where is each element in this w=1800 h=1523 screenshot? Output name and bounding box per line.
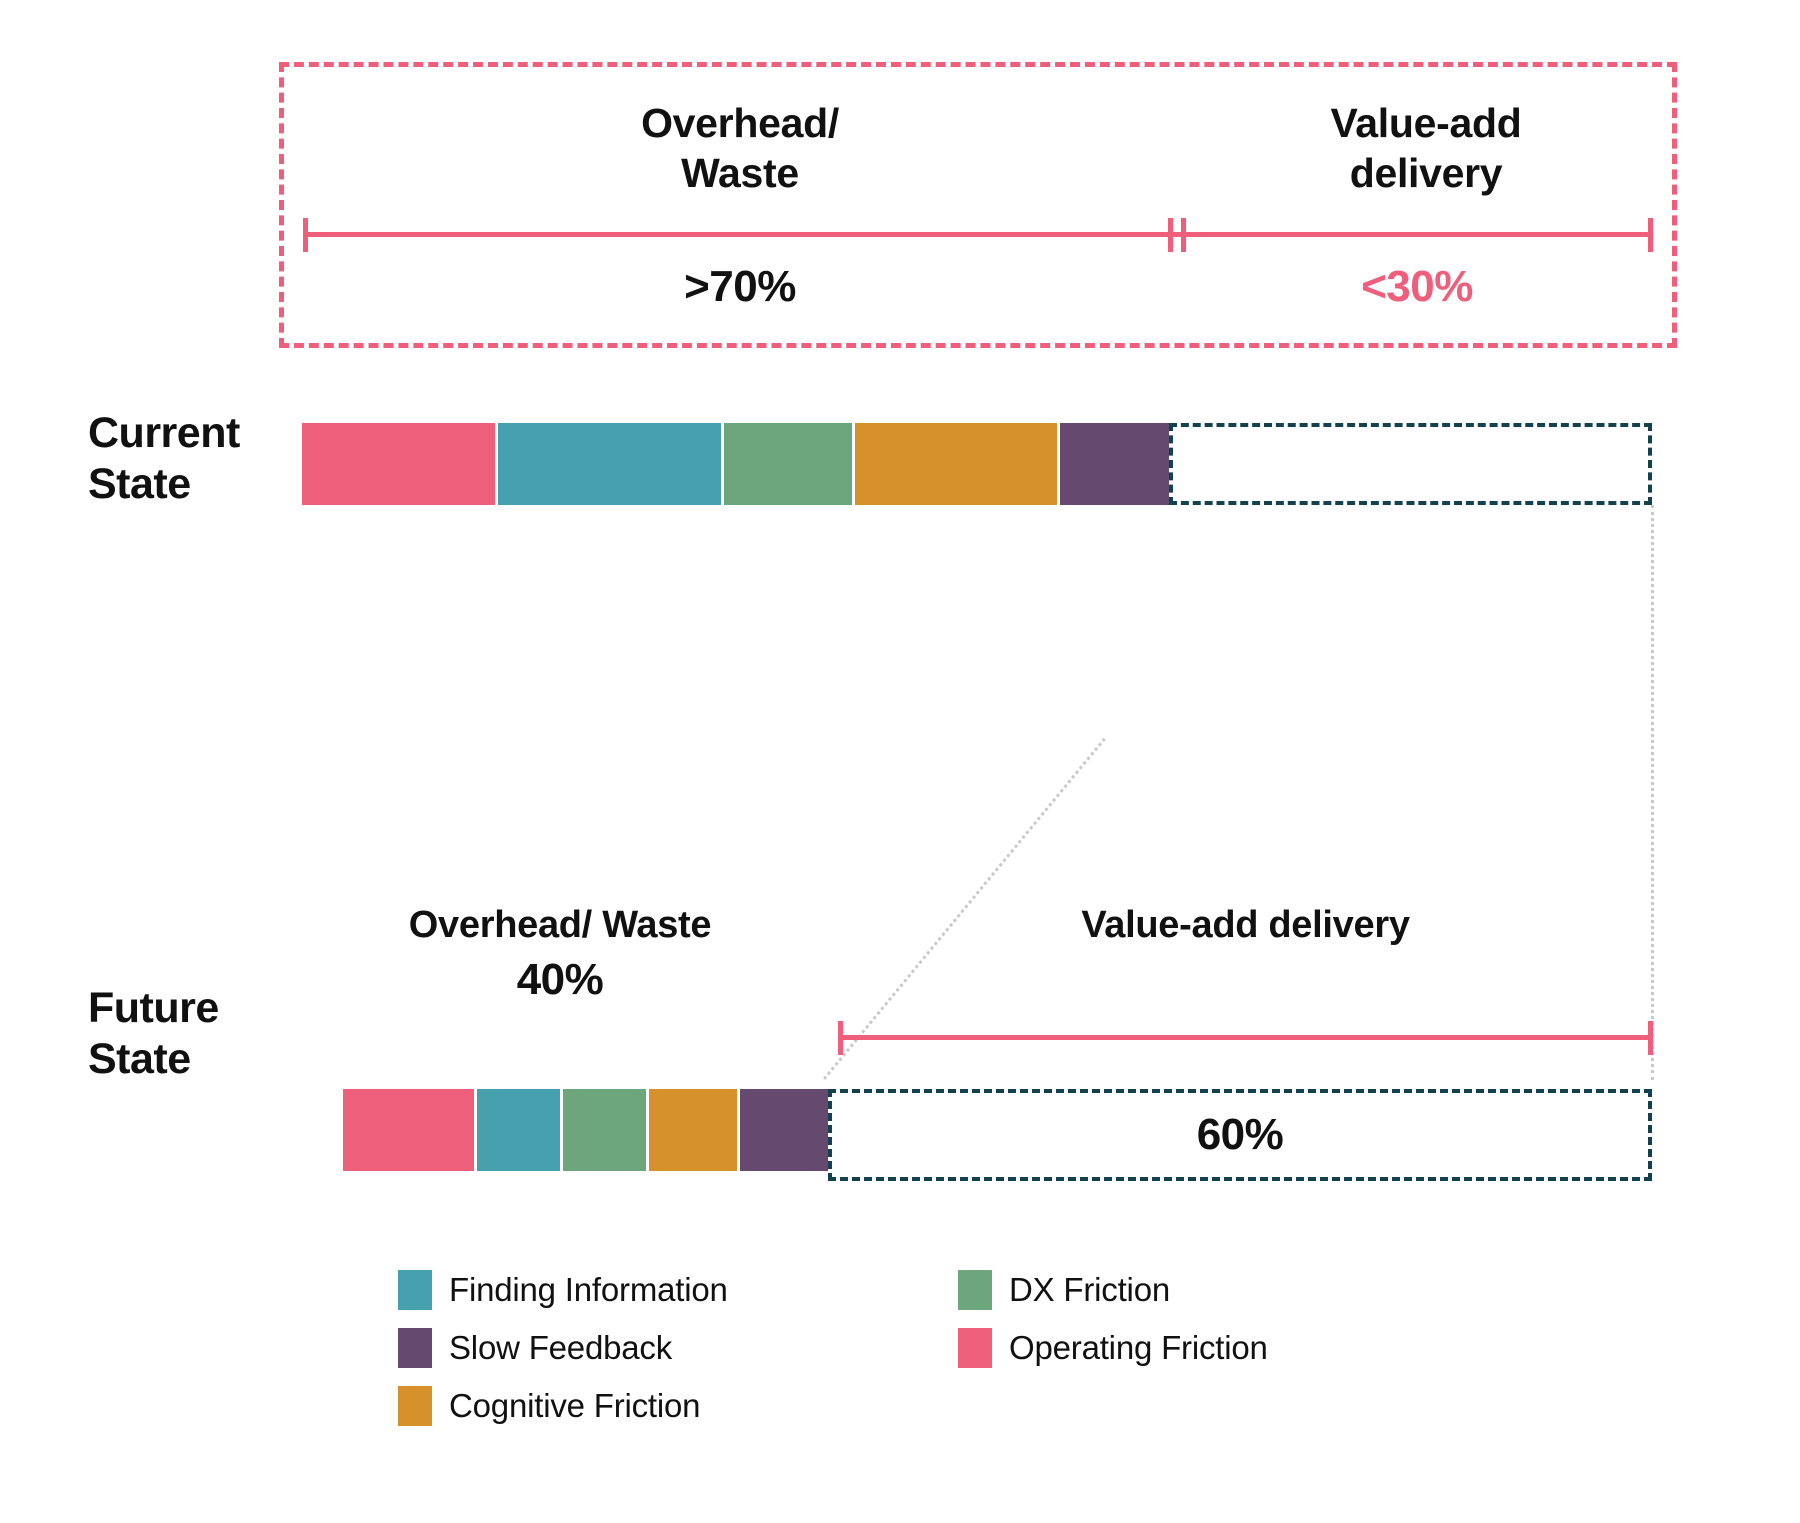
legend-column-right: DX Friction Operating Friction — [958, 1262, 1268, 1378]
legend-label-dx-friction: DX Friction — [1009, 1271, 1170, 1308]
legend-label-operating-friction: Operating Friction — [1009, 1329, 1268, 1366]
legend-swatch-cognitive-friction-icon — [398, 1386, 432, 1426]
legend: Finding Information Slow Feedback Cognit… — [0, 0, 1800, 1523]
legend-label-cognitive-friction: Cognitive Friction — [449, 1387, 701, 1424]
legend-label-finding-information: Finding Information — [449, 1271, 728, 1308]
legend-swatch-dx-friction-icon — [958, 1270, 992, 1310]
legend-item-dx-friction[interactable]: DX Friction — [958, 1262, 1268, 1318]
diagram-canvas: Overhead/ Waste Value-add delivery >70% … — [0, 0, 1800, 1523]
legend-item-finding-information[interactable]: Finding Information — [398, 1262, 728, 1318]
legend-column-left: Finding Information Slow Feedback Cognit… — [398, 1262, 728, 1436]
legend-swatch-operating-friction-icon — [958, 1328, 992, 1368]
legend-item-cognitive-friction[interactable]: Cognitive Friction — [398, 1378, 728, 1434]
legend-label-slow-feedback: Slow Feedback — [449, 1329, 673, 1366]
legend-item-slow-feedback[interactable]: Slow Feedback — [398, 1320, 728, 1376]
legend-swatch-finding-information-icon — [398, 1270, 432, 1310]
legend-swatch-slow-feedback-icon — [398, 1328, 432, 1368]
legend-item-operating-friction[interactable]: Operating Friction — [958, 1320, 1268, 1376]
